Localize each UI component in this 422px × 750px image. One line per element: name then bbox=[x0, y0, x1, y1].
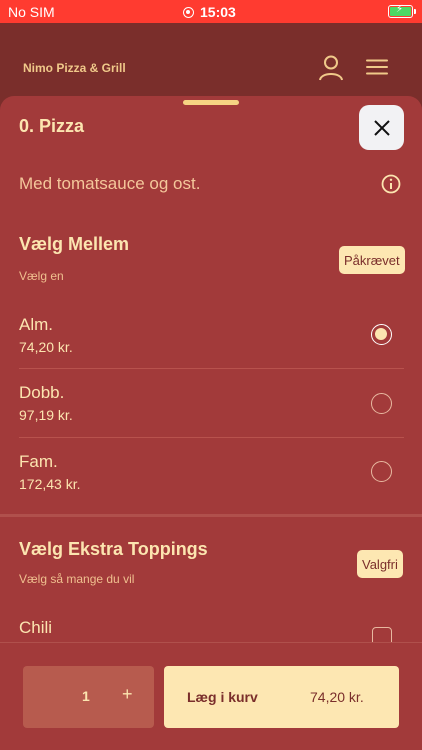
brand-title: Nimo Pizza & Grill bbox=[23, 61, 126, 75]
add-to-cart-price: 74,20 kr. bbox=[310, 689, 364, 705]
sheet-grabber[interactable] bbox=[183, 100, 239, 105]
close-button[interactable] bbox=[359, 105, 404, 150]
option-price: 172,43 kr. bbox=[19, 476, 81, 492]
radio-dobb[interactable] bbox=[371, 393, 392, 414]
divider bbox=[19, 368, 404, 369]
optional-badge: Valgfri bbox=[357, 550, 403, 578]
battery-charging-icon bbox=[388, 4, 416, 18]
radio-fam[interactable] bbox=[371, 461, 392, 482]
option-name: Alm. bbox=[19, 315, 53, 334]
option-name: Chili bbox=[19, 618, 53, 637]
option-dobb[interactable]: Dobb. 97,19 kr. bbox=[19, 383, 404, 423]
radio-alm[interactable] bbox=[371, 324, 392, 345]
quantity-plus-button[interactable]: + bbox=[122, 684, 133, 705]
group-title-toppings: Vælg Ekstra Toppings bbox=[19, 539, 208, 559]
section-divider bbox=[0, 514, 422, 517]
carrier-label: No SIM bbox=[8, 4, 55, 20]
required-badge: Påkrævet bbox=[339, 246, 405, 274]
status-bar: No SIM 15:03 bbox=[0, 0, 422, 23]
group-title-size: Vælg Mellem bbox=[19, 234, 130, 254]
option-alm[interactable]: Alm. 74,20 kr. bbox=[19, 315, 404, 355]
group-subtitle-size: Vælg en bbox=[19, 269, 64, 283]
hamburger-menu-icon[interactable] bbox=[366, 59, 388, 75]
location-icon bbox=[183, 6, 194, 18]
product-title: 0. Pizza bbox=[19, 116, 85, 136]
group-subtitle-toppings: Vælg så mange du vil bbox=[19, 572, 135, 586]
add-to-cart-button[interactable]: Læg i kurv 74,20 kr. bbox=[164, 666, 399, 728]
option-fam[interactable]: Fam. 172,43 kr. bbox=[19, 452, 404, 492]
add-to-cart-label: Læg i kurv bbox=[187, 689, 258, 705]
option-name: Dobb. bbox=[19, 383, 65, 402]
user-icon[interactable] bbox=[319, 55, 343, 81]
close-icon bbox=[373, 119, 390, 136]
divider bbox=[19, 437, 404, 438]
option-price: 97,19 kr. bbox=[19, 407, 73, 423]
status-center: 15:03 bbox=[183, 4, 236, 20]
option-name: Fam. bbox=[19, 452, 58, 471]
info-icon[interactable] bbox=[381, 174, 401, 194]
clock: 15:03 bbox=[200, 4, 236, 20]
app-header: Nimo Pizza & Grill bbox=[0, 23, 422, 98]
option-price: 74,20 kr. bbox=[19, 339, 73, 355]
quantity-stepper[interactable]: 1 + bbox=[23, 666, 154, 728]
option-chili[interactable]: Chili bbox=[19, 618, 404, 638]
quantity-value: 1 bbox=[82, 688, 90, 704]
cart-bar: 1 + Læg i kurv 74,20 kr. bbox=[0, 642, 422, 750]
battery-fill bbox=[390, 4, 411, 16]
product-description: Med tomatsauce og ost. bbox=[19, 174, 201, 193]
